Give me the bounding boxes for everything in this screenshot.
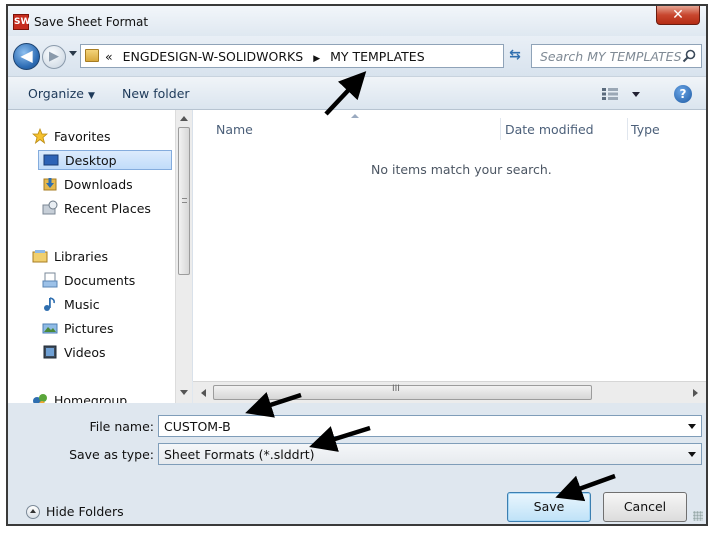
star-icon bbox=[32, 128, 48, 144]
nav-item-libraries[interactable]: Libraries bbox=[32, 246, 108, 266]
hide-folders-label: Hide Folders bbox=[46, 504, 124, 519]
save-fields: File name: CUSTOM-B Save as type: Sheet … bbox=[8, 403, 706, 468]
nav-item-label: Libraries bbox=[54, 248, 108, 264]
breadcrumb-engdesign[interactable]: ENGDESIGN-W-SOLIDWORKS bbox=[117, 49, 304, 64]
sort-ascending-icon bbox=[351, 114, 359, 118]
search-placeholder: Search MY TEMPLATES bbox=[540, 49, 682, 64]
nav-item-label: Documents bbox=[64, 272, 136, 288]
desktop-icon bbox=[43, 154, 59, 166]
save-as-type-label: Save as type: bbox=[69, 447, 154, 462]
file-name-value: CUSTOM-B bbox=[164, 419, 231, 434]
resize-grip[interactable] bbox=[693, 511, 703, 521]
breadcrumb: « ENGDESIGN-W-SOLIDWORKS ▶ MY TEMPLATES bbox=[105, 49, 425, 64]
recent-locations-dropdown[interactable] bbox=[69, 51, 77, 56]
nav-item-label: Favorites bbox=[54, 128, 111, 144]
search-input[interactable]: Search MY TEMPLATES bbox=[531, 44, 702, 68]
save-button[interactable]: Save bbox=[507, 492, 591, 522]
address-bar[interactable]: « ENGDESIGN-W-SOLIDWORKS ▶ MY TEMPLATES bbox=[80, 44, 564, 68]
music-icon bbox=[44, 297, 55, 311]
scroll-up-icon[interactable] bbox=[180, 116, 188, 121]
dialog-footer: Hide Folders Save Cancel bbox=[8, 468, 706, 524]
folder-icon bbox=[85, 49, 99, 62]
breadcrumb-overflow[interactable]: « bbox=[105, 49, 113, 64]
nav-item-label: Music bbox=[64, 296, 100, 312]
save-sheet-format-dialog: SW Save Sheet Format ✕ ◀ ▶ « ENGDESIGN-W… bbox=[6, 4, 708, 526]
nav-item-documents[interactable]: Documents bbox=[42, 270, 135, 290]
refresh-icon[interactable]: ⇆ bbox=[503, 44, 527, 68]
scroll-left-icon[interactable] bbox=[201, 389, 206, 397]
empty-list-message: No items match your search. bbox=[371, 162, 552, 177]
column-header-date-modified[interactable]: Date modified bbox=[505, 122, 594, 137]
nav-item-favorites[interactable]: Favorites bbox=[32, 126, 110, 146]
nav-item-label: Recent Places bbox=[64, 200, 151, 216]
navigation-bar: ◀ ▶ « ENGDESIGN-W-SOLIDWORKS ▶ MY TEMPLA… bbox=[8, 36, 706, 76]
scroll-down-icon[interactable] bbox=[180, 390, 188, 395]
nav-item-label: Pictures bbox=[64, 320, 114, 336]
views-icon[interactable] bbox=[602, 88, 618, 100]
forward-button[interactable]: ▶ bbox=[42, 45, 66, 69]
file-name-field[interactable]: CUSTOM-B bbox=[158, 415, 702, 437]
nav-item-desktop[interactable]: Desktop bbox=[38, 150, 172, 170]
chevron-down-icon[interactable] bbox=[688, 452, 696, 457]
nav-item-music[interactable]: Music bbox=[42, 294, 100, 314]
views-dropdown-icon[interactable] bbox=[632, 92, 640, 97]
breadcrumb-separator[interactable]: ▶ bbox=[307, 54, 326, 64]
nav-item-videos[interactable]: Videos bbox=[42, 342, 106, 362]
libraries-icon bbox=[32, 250, 48, 263]
pictures-icon bbox=[42, 323, 58, 334]
solidworks-app-icon: SW bbox=[13, 14, 30, 30]
column-header-name[interactable]: Name bbox=[216, 122, 253, 137]
nav-item-downloads[interactable]: Downloads bbox=[42, 174, 133, 194]
recent-places-icon bbox=[42, 200, 58, 215]
cancel-button[interactable]: Cancel bbox=[603, 492, 687, 522]
help-icon[interactable]: ? bbox=[674, 85, 692, 103]
navpane-scrollbar[interactable] bbox=[175, 110, 192, 403]
save-as-type-select[interactable]: Sheet Formats (*.slddrt) bbox=[158, 443, 702, 465]
command-bar: Organize ▼ New folder ? bbox=[8, 76, 706, 110]
close-button[interactable]: ✕ bbox=[656, 6, 700, 25]
hide-folders-button[interactable]: Hide Folders bbox=[26, 504, 124, 519]
nav-item-recent-places[interactable]: Recent Places bbox=[42, 198, 151, 218]
organize-label: Organize bbox=[28, 86, 84, 101]
scroll-right-icon[interactable] bbox=[693, 389, 698, 397]
title-bar: SW Save Sheet Format ✕ bbox=[8, 6, 706, 36]
scrollbar-grip: III bbox=[392, 384, 400, 394]
column-divider[interactable] bbox=[500, 118, 501, 140]
navigation-pane: Favorites Desktop Downloads Recent Place… bbox=[8, 110, 192, 408]
file-name-label: File name: bbox=[89, 419, 154, 434]
chevron-down-icon[interactable] bbox=[688, 424, 696, 429]
back-button[interactable]: ◀ bbox=[13, 43, 40, 70]
column-header-type[interactable]: Type bbox=[631, 122, 660, 137]
file-list: Name Date modified Type No items match y… bbox=[192, 110, 706, 381]
scrollbar-thumb[interactable]: III bbox=[213, 384, 592, 400]
nav-item-label: Desktop bbox=[65, 152, 117, 168]
chevron-down-icon: ▼ bbox=[88, 91, 95, 101]
collapse-icon bbox=[26, 504, 40, 519]
search-icon[interactable] bbox=[682, 49, 696, 63]
videos-icon bbox=[43, 345, 57, 359]
nav-item-pictures[interactable]: Pictures bbox=[42, 318, 114, 338]
nav-item-label: Downloads bbox=[64, 176, 133, 192]
save-as-type-value: Sheet Formats (*.slddrt) bbox=[164, 447, 315, 462]
new-folder-button[interactable]: New folder bbox=[122, 86, 190, 101]
downloads-icon bbox=[43, 178, 57, 191]
documents-icon bbox=[42, 272, 58, 288]
breadcrumb-my-templates[interactable]: MY TEMPLATES bbox=[330, 49, 425, 64]
scrollbar-thumb[interactable] bbox=[178, 127, 190, 275]
filelist-horizontal-scrollbar[interactable]: III bbox=[193, 381, 706, 403]
scrollbar-grip bbox=[182, 198, 187, 203]
dialog-title: Save Sheet Format bbox=[34, 15, 149, 29]
organize-menu[interactable]: Organize ▼ bbox=[28, 86, 95, 101]
column-divider[interactable] bbox=[627, 118, 628, 140]
nav-item-label: Videos bbox=[64, 344, 106, 360]
